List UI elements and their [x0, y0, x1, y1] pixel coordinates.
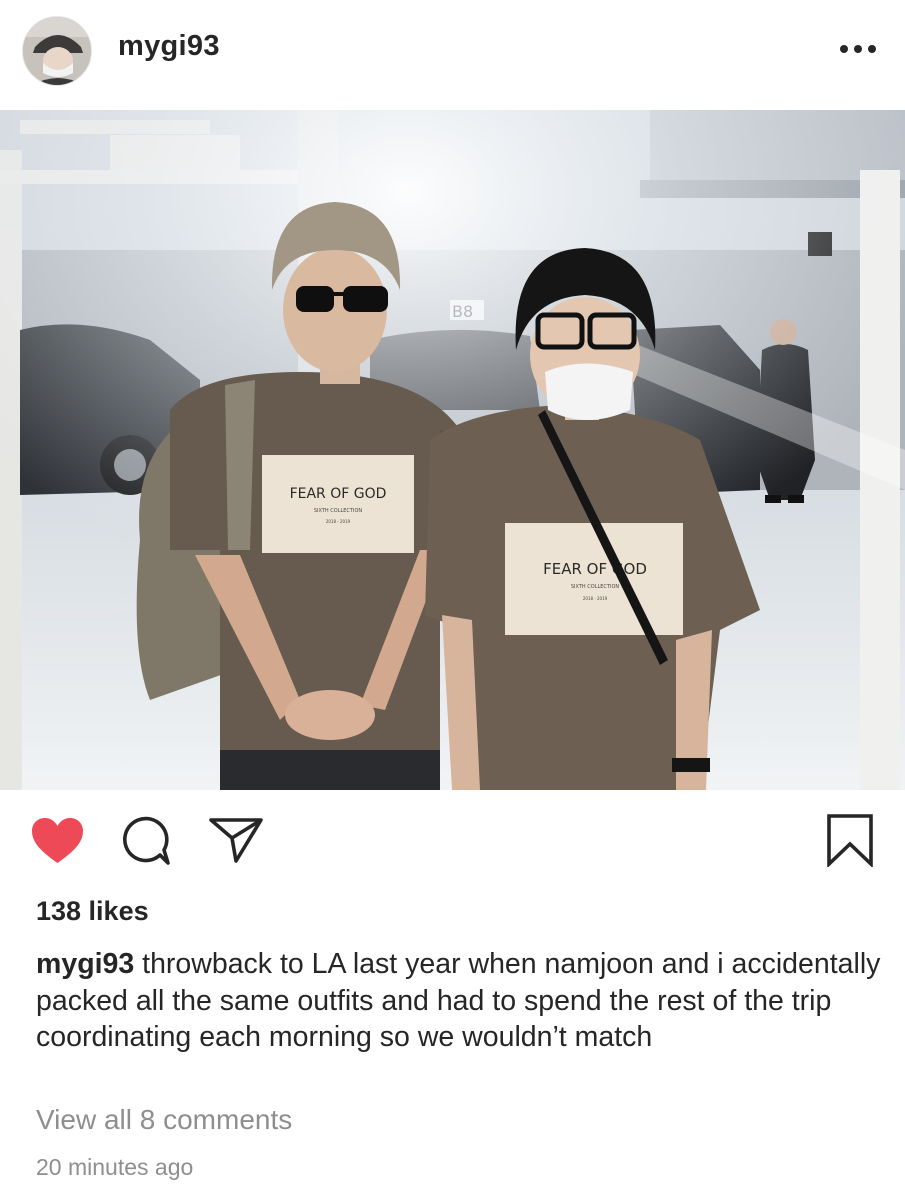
speech-bubble-icon[interactable]: [120, 815, 172, 867]
left-shirt-title: FEAR OF GOD: [290, 486, 387, 502]
right-shirt-title: FEAR OF GOD: [543, 560, 647, 578]
post-caption: mygi93 throwback to LA last year when na…: [36, 946, 881, 1056]
header-username[interactable]: mygi93: [118, 30, 220, 63]
heart-filled-icon[interactable]: [30, 816, 85, 866]
avatar[interactable]: [22, 16, 92, 86]
right-shirt-subtitle: SIXTH COLLECTION: [571, 584, 620, 590]
post-photo[interactable]: B8 FEAR OF GOD SIXTH COLLECTION 2018 - 2…: [0, 110, 905, 790]
post-timestamp: 20 minutes ago: [36, 1154, 194, 1180]
left-shirt-subtitle: SIXTH COLLECTION: [314, 508, 363, 514]
post-header: mygi93: [0, 0, 905, 108]
view-all-comments-link[interactable]: View all 8 comments: [36, 1104, 292, 1136]
caption-username[interactable]: mygi93: [36, 948, 134, 980]
caption-text: throwback to LA last year when namjoon a…: [36, 948, 881, 1053]
bookmark-icon[interactable]: [826, 813, 874, 869]
right-shirt-years: 2018 - 2019: [583, 596, 608, 601]
more-options-icon[interactable]: [838, 38, 878, 60]
left-shirt-years: 2018 - 2019: [326, 519, 351, 524]
avatar-image: [23, 17, 91, 85]
paper-plane-icon[interactable]: [208, 816, 264, 864]
likes-count[interactable]: 138 likes: [36, 896, 149, 927]
photo-image: B8 FEAR OF GOD SIXTH COLLECTION 2018 - 2…: [0, 110, 905, 790]
